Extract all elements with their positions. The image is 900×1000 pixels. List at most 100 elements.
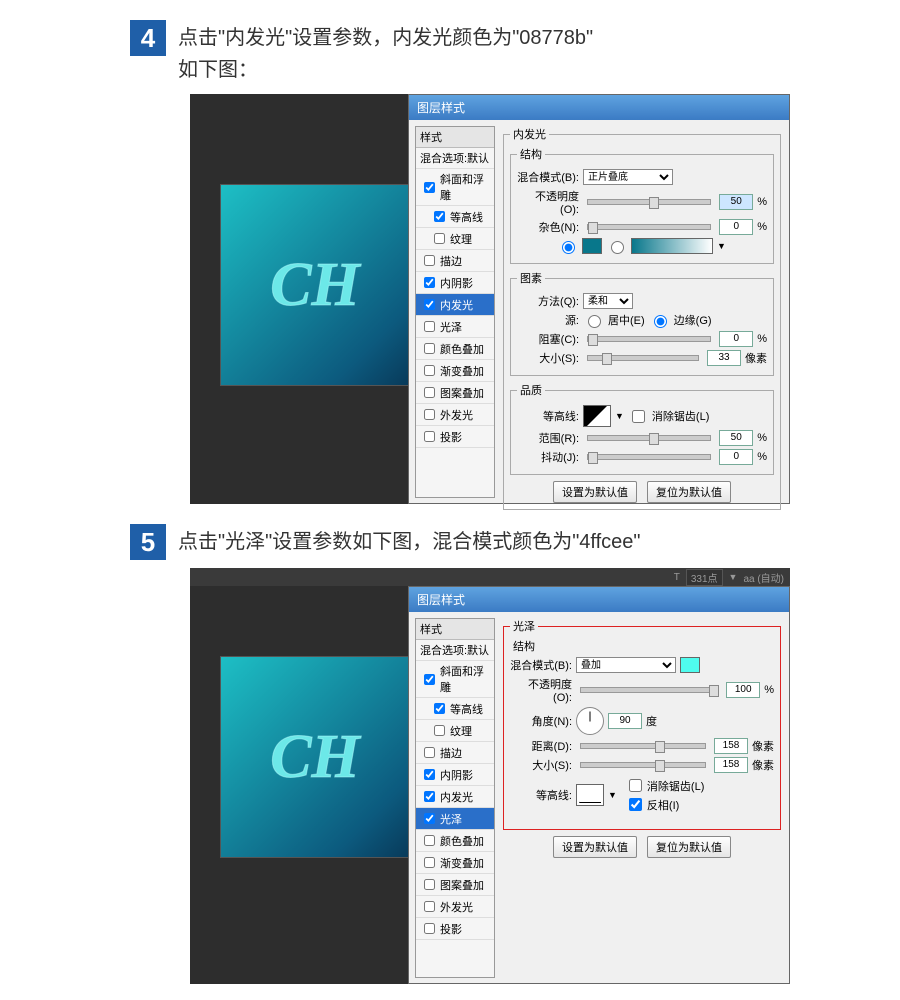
satin-color-swatch[interactable] [680, 657, 700, 673]
styles-header: 样式 [416, 127, 494, 148]
style-inner-glow[interactable]: 内发光 [416, 294, 494, 316]
quality-group: 品质 等高线: ▼ 消除锯齿(L) 范围(R): 50 % [510, 382, 774, 475]
noise-label: 杂色(N): [517, 219, 579, 235]
style-drop-shadow[interactable]: 投影 [416, 426, 494, 448]
opacity-label: 不透明度(O): [517, 188, 579, 216]
source-label: 源: [517, 312, 579, 328]
size-label: 大小(S): [517, 350, 579, 366]
step-5-text: 点击"光泽"设置参数如下图，混合模式颜色为"4ffcee" [178, 524, 641, 558]
satin-opacity-slider[interactable] [580, 687, 718, 693]
step-4-badge: 4 [130, 20, 166, 56]
range-value[interactable]: 50 [719, 430, 753, 446]
style-texture[interactable]: 纹理 [416, 228, 494, 250]
styles-list-2: 样式 混合选项:默认 斜面和浮雕 等高线 纹理 描边 内阴影 内发光 光泽 颜色… [415, 618, 495, 978]
screenshot-5: CH 图层样式 样式 混合选项:默认 斜面和浮雕 等高线 纹理 描边 内阴影 内… [190, 586, 790, 984]
chk-color-overlay[interactable] [424, 343, 435, 354]
size-value[interactable]: 33 [707, 350, 741, 366]
satin-set-default-button[interactable]: 设置为默认值 [553, 836, 637, 858]
dialog-title-2: 图层样式 [409, 587, 789, 612]
aa-field[interactable]: aa (自动) [743, 570, 784, 585]
inner-glow-legend: 内发光 [510, 126, 549, 142]
gradient-radio[interactable] [611, 241, 624, 254]
style-pattern-overlay[interactable]: 图案叠加 [416, 382, 494, 404]
chk-inner-shadow[interactable] [424, 277, 435, 288]
method-label: 方法(Q): [517, 293, 579, 309]
style-satin-2[interactable]: 光泽 [416, 808, 494, 830]
chk-drop-shadow[interactable] [424, 431, 435, 442]
satin-opacity-value[interactable]: 100 [726, 682, 760, 698]
options-bar: T 331点 ▼ aa (自动) [190, 568, 790, 586]
style-bevel[interactable]: 斜面和浮雕 [416, 169, 494, 206]
chk-stroke[interactable] [424, 255, 435, 266]
blend-mode-select[interactable]: 正片叠底 [583, 169, 673, 185]
satin-size-value[interactable]: 158 [714, 757, 748, 773]
blend-options-row-2[interactable]: 混合选项:默认 [416, 640, 494, 661]
dialog-title: 图层样式 [409, 95, 789, 120]
angle-value[interactable]: 90 [608, 713, 642, 729]
contour-label: 等高线: [517, 408, 579, 424]
preview-canvas-2: CH [220, 656, 410, 858]
style-inner-shadow[interactable]: 内阴影 [416, 272, 494, 294]
distance-value[interactable]: 158 [714, 738, 748, 754]
set-default-button[interactable]: 设置为默认值 [553, 481, 637, 503]
angle-dial[interactable] [576, 707, 604, 735]
satin-invert-check[interactable] [629, 798, 642, 811]
chk-inner-glow[interactable] [424, 299, 435, 310]
gradient-strip[interactable] [631, 238, 713, 254]
style-stroke[interactable]: 描边 [416, 250, 494, 272]
satin-contour-picker[interactable] [576, 784, 604, 806]
opacity-slider[interactable] [587, 199, 711, 205]
jitter-value[interactable]: 0 [719, 449, 753, 465]
style-satin[interactable]: 光泽 [416, 316, 494, 338]
contour-picker[interactable] [583, 405, 611, 427]
satin-struct: 结构 混合模式(B): 叠加 不透明度(O): 100 % [510, 638, 774, 817]
size-slider[interactable] [587, 355, 699, 361]
noise-value[interactable]: 0 [719, 219, 753, 235]
screenshot-4: CH 图层样式 样式 混合选项:默认 斜面和浮雕 等高线 纹理 描边 内阴影 内… [190, 94, 790, 504]
chk-texture[interactable] [434, 233, 445, 244]
style-gradient-overlay[interactable]: 渐变叠加 [416, 360, 494, 382]
step-4-line2: 如下图： [178, 54, 593, 86]
chk-satin[interactable] [424, 321, 435, 332]
jitter-slider[interactable] [587, 454, 711, 460]
choke-slider[interactable] [587, 336, 711, 342]
style-contour[interactable]: 等高线 [416, 206, 494, 228]
satin-reset-default-button[interactable]: 复位为默认值 [647, 836, 731, 858]
style-color-overlay[interactable]: 颜色叠加 [416, 338, 494, 360]
blend-options-row[interactable]: 混合选项:默认 [416, 148, 494, 169]
color-radio[interactable] [562, 241, 575, 254]
style-outer-glow[interactable]: 外发光 [416, 404, 494, 426]
opacity-value[interactable]: 50 [719, 194, 753, 210]
noise-slider[interactable] [587, 224, 711, 230]
chk-contour[interactable] [434, 211, 445, 222]
satin-group: 光泽 结构 混合模式(B): 叠加 不透明度(O): 100 [503, 618, 781, 830]
satin-blend-select[interactable]: 叠加 [576, 657, 676, 673]
step-5-badge: 5 [130, 524, 166, 560]
step-5-line1: 点击"光泽"设置参数如下图，混合模式颜色为"4ffcee" [178, 526, 641, 558]
method-select[interactable]: 柔和 [583, 293, 633, 309]
type-icon: T [674, 572, 680, 583]
satin-distance-slider[interactable] [580, 743, 706, 749]
source-center-radio[interactable] [588, 315, 601, 328]
choke-value[interactable]: 0 [719, 331, 753, 347]
source-edge-radio[interactable] [654, 315, 667, 328]
color-swatch[interactable] [582, 238, 602, 254]
chk-bevel[interactable] [424, 182, 435, 193]
font-size-field[interactable]: 331点 [686, 569, 723, 586]
inner-glow-group: 内发光 结构 混合模式(B): 正片叠底 不透明度(O): 50 [503, 126, 781, 510]
chk-outer-glow[interactable] [424, 409, 435, 420]
chk-pattern-overlay[interactable] [424, 387, 435, 398]
range-slider[interactable] [587, 435, 711, 441]
element-group: 图素 方法(Q): 柔和 源: 居中(E) 边缘(G) 阻 [510, 270, 774, 376]
chk-grad-overlay[interactable] [424, 365, 435, 376]
preview-text: CH [270, 250, 360, 321]
antialias-check[interactable] [632, 410, 645, 423]
struct-group: 结构 混合模式(B): 正片叠底 不透明度(O): 50 % [510, 146, 774, 264]
jitter-label: 抖动(J): [517, 449, 579, 465]
satin-size-slider[interactable] [580, 762, 706, 768]
blend-mode-label: 混合模式(B): [517, 169, 579, 185]
satin-antialias-check[interactable] [629, 779, 642, 792]
preview-text-2: CH [270, 722, 360, 793]
choke-label: 阻塞(C): [517, 331, 579, 347]
reset-default-button[interactable]: 复位为默认值 [647, 481, 731, 503]
